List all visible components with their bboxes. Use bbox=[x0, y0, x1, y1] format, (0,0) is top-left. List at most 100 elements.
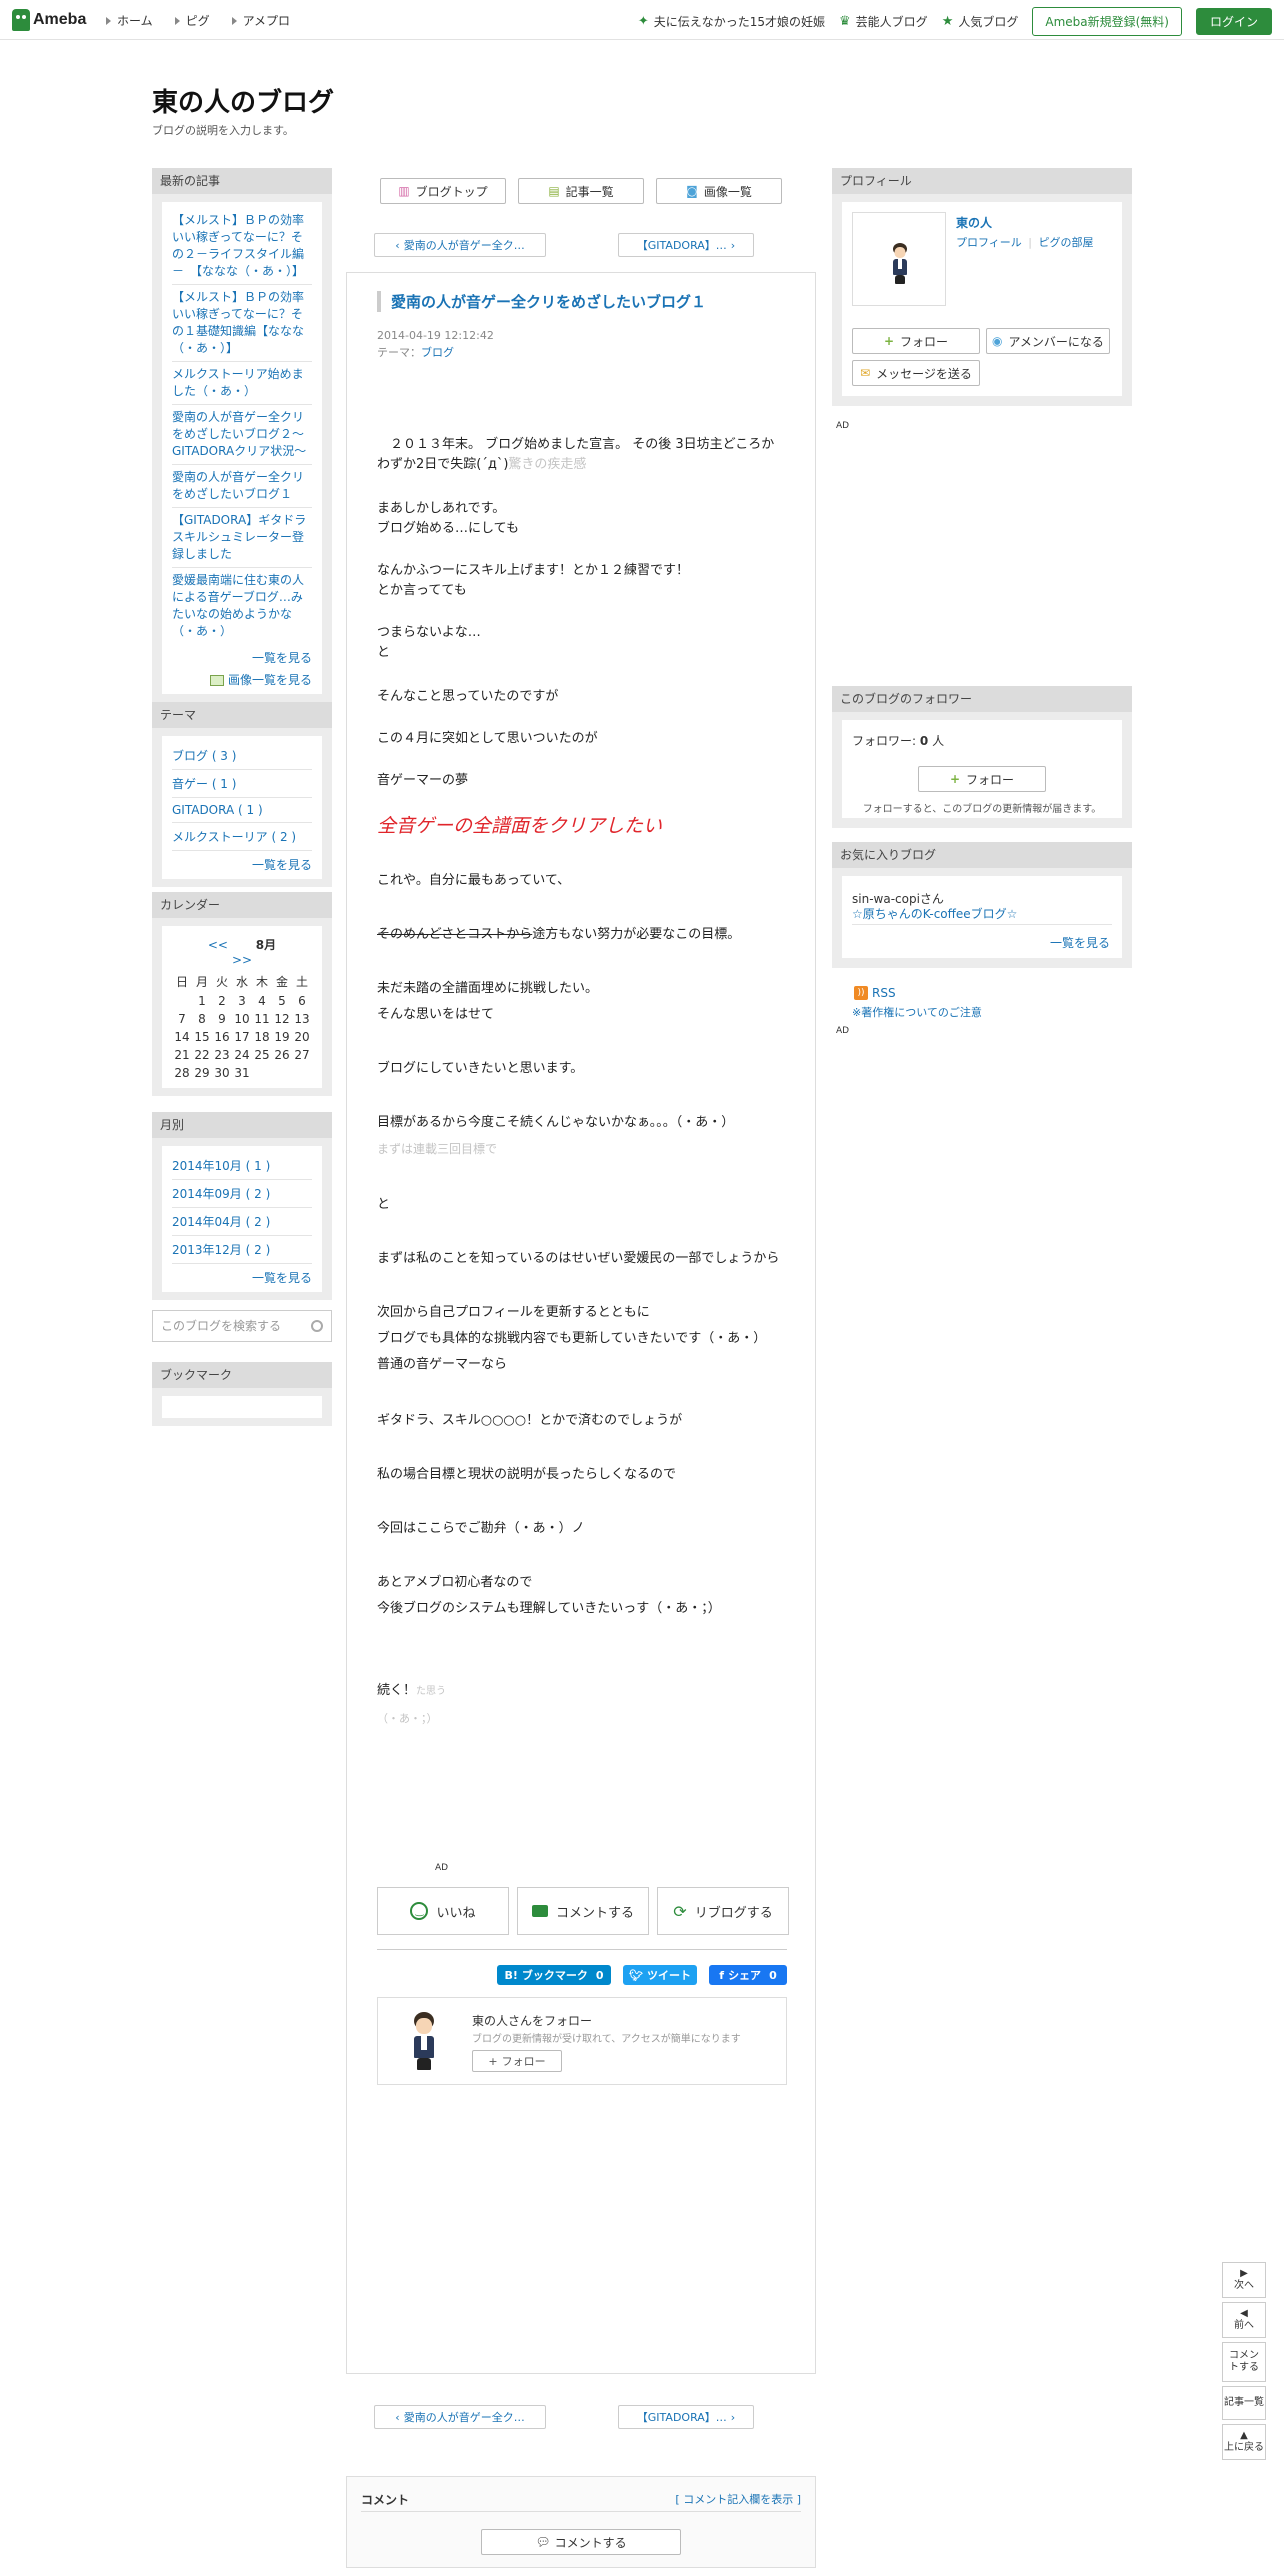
recent-images-link[interactable]: 画像一覧を見る bbox=[172, 666, 312, 688]
recent-entry-link[interactable]: 愛南の人が音ゲー全クリをめざしたいブログ２～GITADORAクリア状況～ bbox=[172, 405, 312, 465]
calendar-month: 8月 bbox=[255, 938, 277, 952]
float-entry-list-button[interactable]: 記事一覧 bbox=[1222, 2386, 1266, 2420]
avatar-legs bbox=[417, 2058, 431, 2070]
header-link-popular[interactable]: ★ 人気ブログ bbox=[942, 13, 1019, 30]
prev-entry-link-bottom[interactable]: ‹ 愛南の人が音ゲー全ク… bbox=[374, 2405, 546, 2429]
monthly-item[interactable]: 2014年10月 ( 1 ) bbox=[172, 1152, 312, 1180]
calendar-day: 31 bbox=[234, 1066, 250, 1080]
facebook-share-button[interactable]: f シェア 0 bbox=[709, 1965, 787, 1985]
next-entry-link[interactable]: 【GITADORA】… › bbox=[618, 233, 754, 257]
next-entry-link-bottom[interactable]: 【GITADORA】… › bbox=[618, 2405, 754, 2429]
theme-item[interactable]: メルクストーリア ( 2 ) bbox=[172, 823, 312, 851]
prev-entry-link[interactable]: ‹ 愛南の人が音ゲー全ク… bbox=[374, 233, 546, 257]
favorite-more-link[interactable]: 一覧を見る bbox=[1050, 934, 1110, 951]
recent-entry-link[interactable]: メルクストーリア始めました（・あ・） bbox=[172, 362, 312, 405]
like-label: いいね bbox=[436, 1905, 476, 1921]
recent-entry-link[interactable]: 【メルスト】ＢＰの効率いい稼ぎってなーに？その２－ライフスタイル編－ 【ななな（… bbox=[172, 208, 312, 285]
body-faint-line: まずは連載三回目標で bbox=[377, 1142, 498, 1156]
tab-image-list[interactable]: ◙ 画像一覧 bbox=[656, 178, 782, 204]
link-separator: | bbox=[1028, 236, 1032, 249]
entry-theme-prefix: テーマ： bbox=[377, 346, 421, 359]
recent-entry-link[interactable]: 愛南の人が音ゲー全クリをめざしたいブログ１ bbox=[172, 465, 312, 508]
monthly-item[interactable]: 2014年04月 ( 2 ) bbox=[172, 1208, 312, 1236]
recent-entry-link[interactable]: 愛媛最南端に住む東の人による音ゲーブログ…みたいなの始めようかな（・あ・） bbox=[172, 568, 312, 644]
theme-item[interactable]: 音ゲー ( 1 ) bbox=[172, 770, 312, 798]
reblog-label: リブログする bbox=[694, 1905, 773, 1921]
show-comment-form-link[interactable]: [ コメント記入欄を表示 ] bbox=[675, 2491, 801, 2507]
nav-pigg[interactable]: ピグ bbox=[174, 12, 210, 29]
smile-icon: ‿ bbox=[410, 1902, 429, 1920]
copyright-notice-link[interactable]: ※著作権についてのご注意 bbox=[852, 1004, 982, 1020]
body-line: これや。自分に最もあっていて、 bbox=[377, 873, 571, 888]
hatena-bookmark-button[interactable]: B! ブックマーク 0 bbox=[497, 1965, 611, 1985]
calendar-day: 27 bbox=[294, 1048, 310, 1062]
monthly-box: 月別 2014年10月 ( 1 ) 2014年09月 ( 2 ) 2014年04… bbox=[152, 1112, 332, 1300]
profile-link[interactable]: プロフィール bbox=[956, 236, 1022, 249]
hatena-label: ブックマーク bbox=[521, 1969, 588, 1982]
monthly-item[interactable]: 2014年09月 ( 2 ) bbox=[172, 1180, 312, 1208]
float-prev-button[interactable]: ◀ 前へ bbox=[1222, 2302, 1266, 2338]
avatar-face bbox=[416, 2018, 432, 2034]
ameba-logo[interactable]: Ameba bbox=[12, 8, 86, 32]
tweet-button[interactable]: 🐦︎ ツイート bbox=[623, 1965, 697, 1985]
profile-name[interactable]: 東の人 bbox=[956, 214, 992, 231]
favorite-blog-link[interactable]: ☆原ちゃんのK-coffeeブログ☆ bbox=[852, 905, 1017, 922]
monthly-more-link[interactable]: 一覧を見る bbox=[172, 1264, 312, 1286]
tab-entry-list[interactable]: ▤ 記事一覧 bbox=[518, 178, 644, 204]
nav-amepro[interactable]: アメプロ bbox=[231, 12, 290, 29]
amember-icon: ◉ bbox=[992, 334, 1003, 348]
body-text: 続く！ bbox=[377, 1683, 417, 1698]
pig-room-link[interactable]: ピグの部屋 bbox=[1039, 236, 1094, 249]
theme-item[interactable]: GITADORA ( 1 ) bbox=[172, 798, 312, 823]
calendar-prev[interactable]: << bbox=[208, 938, 228, 952]
tab-blog-top[interactable]: ▥ ブログトップ bbox=[380, 178, 506, 204]
body-faint-line: （・あ・；） bbox=[377, 1712, 438, 1725]
article: 愛南の人が音ゲー全クリをめざしたいブログ１ 2014-04-19 12:12:4… bbox=[346, 272, 816, 2374]
amember-button[interactable]: ◉ アメンバーになる bbox=[986, 328, 1110, 354]
header-link-celebrity[interactable]: ♛ 芸能人ブログ bbox=[839, 13, 928, 30]
profile-image[interactable] bbox=[852, 212, 946, 306]
follow-button[interactable]: + フォロー bbox=[852, 328, 980, 354]
author-avatar[interactable] bbox=[396, 2008, 452, 2074]
entry-theme-link[interactable]: ブログ bbox=[421, 346, 454, 359]
monthly-item[interactable]: 2013年12月 ( 2 ) bbox=[172, 1236, 312, 1264]
followers-follow-button[interactable]: + フォロー bbox=[918, 766, 1046, 792]
theme-more-link[interactable]: 一覧を見る bbox=[172, 851, 312, 873]
reblog-button[interactable]: ⟳ リブログする bbox=[657, 1887, 789, 1935]
nav-home[interactable]: ホーム bbox=[106, 12, 153, 29]
recent-entries-heading: 最新の記事 bbox=[152, 168, 332, 194]
recent-entry-link[interactable]: 【メルスト】ＢＰの効率いい稼ぎってなーに？その１基礎知識編【ななな（・あ・）】 bbox=[172, 285, 312, 362]
tab-entry-list-label: 記事一覧 bbox=[565, 184, 614, 199]
search-icon[interactable] bbox=[311, 1320, 323, 1332]
like-button[interactable]: ‿ いいね bbox=[377, 1887, 509, 1935]
float-next-button[interactable]: ▶ 次へ bbox=[1222, 2262, 1266, 2298]
calendar: << 8月 >> 日月火水木金土 1 2 3 4 5 6 7 8 9 10 11 12 13 14 15 16 1… bbox=[162, 926, 322, 1088]
post-comment-button[interactable]: 💬︎ コメントする bbox=[481, 2529, 681, 2555]
calendar-day: 6 bbox=[298, 994, 306, 1008]
recent-entry-link[interactable]: 【GITADORA】ギタドラスキルシュミレーター登録しました bbox=[172, 508, 312, 568]
float-top-button[interactable]: ▲ 上に戻る bbox=[1222, 2424, 1266, 2460]
follow-card-button[interactable]: + フォロー bbox=[472, 2050, 562, 2072]
blog-search-input[interactable]: このブログを検索する bbox=[152, 1310, 332, 1342]
calendar-day: 26 bbox=[274, 1048, 290, 1062]
register-button[interactable]: Ameba新規登録(無料) bbox=[1032, 7, 1182, 36]
entry-title[interactable]: 愛南の人が音ゲー全クリをめざしたいブログ１ bbox=[377, 291, 706, 312]
next-entry-label: 【GITADORA】… bbox=[636, 2411, 727, 2424]
send-message-button[interactable]: ✉ メッセージを送る bbox=[852, 360, 980, 386]
comment-button[interactable]: コメントする bbox=[517, 1887, 649, 1935]
theme-item[interactable]: ブログ ( 3 ) bbox=[172, 742, 312, 770]
header-link-news[interactable]: ✦ 夫に伝えなかった15才娘の妊娠 bbox=[638, 13, 825, 30]
float-top-label: 上に戻る bbox=[1224, 2442, 1264, 2453]
monthly-heading: 月別 bbox=[152, 1112, 332, 1138]
blog-title[interactable]: 東の人のブログ bbox=[152, 82, 334, 119]
recent-more-link[interactable]: 一覧を見る bbox=[172, 644, 312, 666]
float-comment-button[interactable]: コメントする bbox=[1222, 2342, 1266, 2382]
login-button[interactable]: ログイン bbox=[1195, 8, 1272, 35]
calendar-day: 8 bbox=[198, 1012, 206, 1026]
facebook-label: シェア bbox=[728, 1969, 762, 1982]
rss-link[interactable]: )) RSS bbox=[854, 986, 896, 1000]
calendar-next[interactable]: >> bbox=[232, 953, 252, 967]
next-entry-label: 【GITADORA】… bbox=[636, 239, 727, 252]
avatar-face bbox=[894, 247, 906, 258]
body-line: そのめんどさとコストから途方もない努力が必要なこの目標。 bbox=[377, 925, 787, 945]
